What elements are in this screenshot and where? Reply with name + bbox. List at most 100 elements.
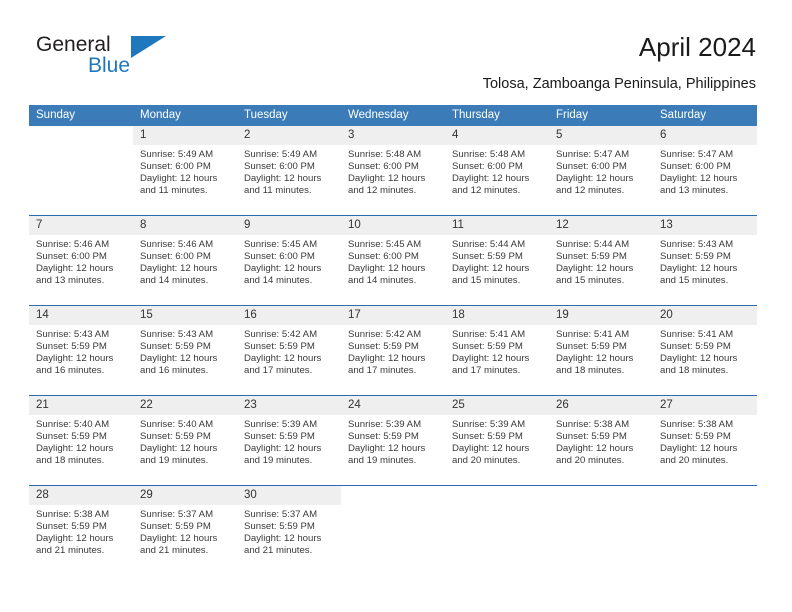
weekday-header-sunday: Sunday bbox=[36, 109, 76, 121]
sunrise-time: Sunrise: 5:39 AM bbox=[348, 419, 422, 430]
calendar-day-cell[interactable]: 28 Sunrise: 5:38 AM Sunset: 5:59 PM Dayligh… bbox=[29, 486, 133, 575]
calendar-day-cell[interactable]: 11 Sunrise: 5:44 AM Sunset: 5:59 PM Dayligh… bbox=[445, 216, 549, 305]
daylight-duration-line2: and 12 minutes. bbox=[348, 185, 417, 197]
calendar-day-cell-empty bbox=[341, 486, 445, 575]
day-number: 1 bbox=[140, 129, 147, 141]
calendar-day-cell[interactable]: 24 Sunrise: 5:39 AM Sunset: 5:59 PM Dayligh… bbox=[341, 396, 445, 485]
day-sun-info: Sunrise: 5:37 AM Sunset: 5:59 PM Daylight:… bbox=[237, 505, 341, 557]
calendar-day-cell[interactable]: 27 Sunrise: 5:38 AM Sunset: 5:59 PM Dayligh… bbox=[653, 396, 757, 485]
calendar-grid: Sunday Monday Tuesday Wednesday Thursday… bbox=[29, 105, 757, 575]
daylight-duration-line2: and 11 minutes. bbox=[140, 185, 208, 197]
calendar-day-cell[interactable]: 26 Sunrise: 5:38 AM Sunset: 5:59 PM Dayligh… bbox=[549, 396, 653, 485]
daylight-duration-line1: Daylight: 12 hours bbox=[660, 443, 738, 455]
day-number-band: 7 bbox=[29, 216, 133, 235]
calendar-day-cell[interactable]: 15 Sunrise: 5:43 AM Sunset: 5:59 PM Dayligh… bbox=[133, 306, 237, 395]
sunrise-time: Sunrise: 5:41 AM bbox=[556, 329, 630, 340]
daylight-duration-line1: Daylight: 12 hours bbox=[556, 443, 634, 455]
daylight-duration-line2: and 18 minutes. bbox=[660, 365, 729, 377]
day-sun-info: Sunrise: 5:38 AM Sunset: 5:59 PM Daylight:… bbox=[653, 415, 757, 467]
calendar-day-cell[interactable]: 1 Sunrise: 5:49 AM Sunset: 6:00 PM Daylight… bbox=[133, 126, 237, 215]
day-number-band: 22 bbox=[133, 396, 237, 415]
calendar-day-cell[interactable]: 29 Sunrise: 5:37 AM Sunset: 5:59 PM Dayligh… bbox=[133, 486, 237, 575]
day-number: 20 bbox=[660, 309, 673, 321]
day-number: 3 bbox=[348, 129, 355, 141]
day-number: 12 bbox=[556, 219, 569, 231]
day-number-band: 11 bbox=[445, 216, 549, 235]
sunset-time: Sunset: 5:59 PM bbox=[660, 251, 731, 263]
calendar-day-cell[interactable]: 6 Sunrise: 5:47 AM Sunset: 6:00 PM Daylight… bbox=[653, 126, 757, 215]
sunrise-time: Sunrise: 5:37 AM bbox=[140, 509, 214, 520]
calendar-day-cell[interactable]: 20 Sunrise: 5:41 AM Sunset: 5:59 PM Dayligh… bbox=[653, 306, 757, 395]
daylight-duration-line2: and 17 minutes. bbox=[244, 365, 313, 377]
day-number: 30 bbox=[244, 489, 257, 501]
calendar-week-row: 7 Sunrise: 5:46 AM Sunset: 6:00 PM Daylight… bbox=[29, 215, 757, 305]
day-number-band: 9 bbox=[237, 216, 341, 235]
daylight-duration-line1: Daylight: 12 hours bbox=[348, 353, 426, 365]
calendar-day-cell[interactable]: 23 Sunrise: 5:39 AM Sunset: 5:59 PM Dayligh… bbox=[237, 396, 341, 485]
sunrise-time: Sunrise: 5:47 AM bbox=[660, 149, 734, 160]
day-number-band: 29 bbox=[133, 486, 237, 505]
day-number: 17 bbox=[348, 309, 361, 321]
sunrise-time: Sunrise: 5:48 AM bbox=[348, 149, 422, 160]
calendar-day-cell[interactable]: 18 Sunrise: 5:41 AM Sunset: 5:59 PM Dayligh… bbox=[445, 306, 549, 395]
calendar-day-cell[interactable]: 30 Sunrise: 5:37 AM Sunset: 5:59 PM Dayligh… bbox=[237, 486, 341, 575]
calendar-day-cell[interactable]: 22 Sunrise: 5:40 AM Sunset: 5:59 PM Dayligh… bbox=[133, 396, 237, 485]
calendar-day-cell[interactable]: 8 Sunrise: 5:46 AM Sunset: 6:00 PM Daylight… bbox=[133, 216, 237, 305]
weekday-header-friday: Friday bbox=[556, 109, 588, 121]
calendar-day-cell[interactable]: 25 Sunrise: 5:39 AM Sunset: 5:59 PM Dayligh… bbox=[445, 396, 549, 485]
calendar-day-cell[interactable]: 21 Sunrise: 5:40 AM Sunset: 5:59 PM Dayligh… bbox=[29, 396, 133, 485]
calendar-day-cell[interactable]: 3 Sunrise: 5:48 AM Sunset: 6:00 PM Daylight… bbox=[341, 126, 445, 215]
daylight-duration-line2: and 19 minutes. bbox=[140, 455, 209, 467]
day-sun-info: Sunrise: 5:39 AM Sunset: 5:59 PM Daylight:… bbox=[341, 415, 445, 467]
day-number-band: 27 bbox=[653, 396, 757, 415]
sunrise-time: Sunrise: 5:48 AM bbox=[452, 149, 526, 160]
sunset-time: Sunset: 5:59 PM bbox=[348, 341, 419, 353]
calendar-day-cell[interactable]: 17 Sunrise: 5:42 AM Sunset: 5:59 PM Dayligh… bbox=[341, 306, 445, 395]
calendar-day-cell[interactable]: 13 Sunrise: 5:43 AM Sunset: 5:59 PM Dayligh… bbox=[653, 216, 757, 305]
day-number: 4 bbox=[452, 129, 459, 141]
day-sun-info: Sunrise: 5:38 AM Sunset: 5:59 PM Daylight:… bbox=[29, 505, 133, 557]
calendar-page: General Blue April 2024 Tolosa, Zamboang… bbox=[0, 0, 792, 612]
day-number-band bbox=[445, 486, 549, 505]
calendar-day-cell[interactable]: 7 Sunrise: 5:46 AM Sunset: 6:00 PM Daylight… bbox=[29, 216, 133, 305]
daylight-duration-line1: Daylight: 12 hours bbox=[244, 173, 322, 185]
weekday-header-row: Sunday Monday Tuesday Wednesday Thursday… bbox=[29, 105, 757, 126]
calendar-day-cell[interactable]: 12 Sunrise: 5:44 AM Sunset: 5:59 PM Dayligh… bbox=[549, 216, 653, 305]
calendar-day-cell[interactable]: 14 Sunrise: 5:43 AM Sunset: 5:59 PM Dayligh… bbox=[29, 306, 133, 395]
day-number: 11 bbox=[452, 219, 464, 231]
page-subtitle: Tolosa, Zamboanga Peninsula, Philippines bbox=[482, 76, 756, 92]
calendar-day-cell[interactable]: 10 Sunrise: 5:45 AM Sunset: 6:00 PM Dayligh… bbox=[341, 216, 445, 305]
day-number: 18 bbox=[452, 309, 465, 321]
day-number-band: 20 bbox=[653, 306, 757, 325]
daylight-duration-line1: Daylight: 12 hours bbox=[244, 443, 322, 455]
calendar-day-cell-empty bbox=[549, 486, 653, 575]
calendar-day-cell[interactable]: 4 Sunrise: 5:48 AM Sunset: 6:00 PM Daylight… bbox=[445, 126, 549, 215]
daylight-duration-line2: and 19 minutes. bbox=[244, 455, 313, 467]
sunrise-time: Sunrise: 5:41 AM bbox=[660, 329, 734, 340]
daylight-duration-line1: Daylight: 12 hours bbox=[244, 533, 322, 545]
day-sun-info: Sunrise: 5:40 AM Sunset: 5:59 PM Daylight:… bbox=[133, 415, 237, 467]
daylight-duration-line1: Daylight: 12 hours bbox=[140, 353, 218, 365]
calendar-day-cell[interactable]: 9 Sunrise: 5:45 AM Sunset: 6:00 PM Daylight… bbox=[237, 216, 341, 305]
day-number: 29 bbox=[140, 489, 153, 501]
day-number-band: 3 bbox=[341, 126, 445, 145]
calendar-day-cell-empty bbox=[29, 126, 133, 215]
flag-triangle-icon bbox=[131, 36, 166, 58]
daylight-duration-line1: Daylight: 12 hours bbox=[452, 353, 530, 365]
daylight-duration-line2: and 20 minutes. bbox=[660, 455, 729, 467]
daylight-duration-line1: Daylight: 12 hours bbox=[36, 353, 114, 365]
generalblue-logo[interactable]: General Blue bbox=[36, 33, 236, 83]
daylight-duration-line2: and 13 minutes. bbox=[660, 185, 729, 197]
day-number: 15 bbox=[140, 309, 153, 321]
day-number: 5 bbox=[556, 129, 563, 141]
day-number-band bbox=[549, 486, 653, 505]
calendar-day-cell[interactable]: 16 Sunrise: 5:42 AM Sunset: 5:59 PM Dayligh… bbox=[237, 306, 341, 395]
day-number-band: 1 bbox=[133, 126, 237, 145]
day-sun-info: Sunrise: 5:47 AM Sunset: 6:00 PM Daylight:… bbox=[653, 145, 757, 197]
calendar-day-cell[interactable]: 19 Sunrise: 5:41 AM Sunset: 5:59 PM Dayligh… bbox=[549, 306, 653, 395]
daylight-duration-line1: Daylight: 12 hours bbox=[36, 533, 114, 545]
calendar-day-cell[interactable]: 2 Sunrise: 5:49 AM Sunset: 6:00 PM Daylight… bbox=[237, 126, 341, 215]
calendar-day-cell[interactable]: 5 Sunrise: 5:47 AM Sunset: 6:00 PM Daylight… bbox=[549, 126, 653, 215]
sunrise-time: Sunrise: 5:49 AM bbox=[244, 149, 318, 160]
weekday-header-thursday: Thursday bbox=[452, 109, 500, 121]
